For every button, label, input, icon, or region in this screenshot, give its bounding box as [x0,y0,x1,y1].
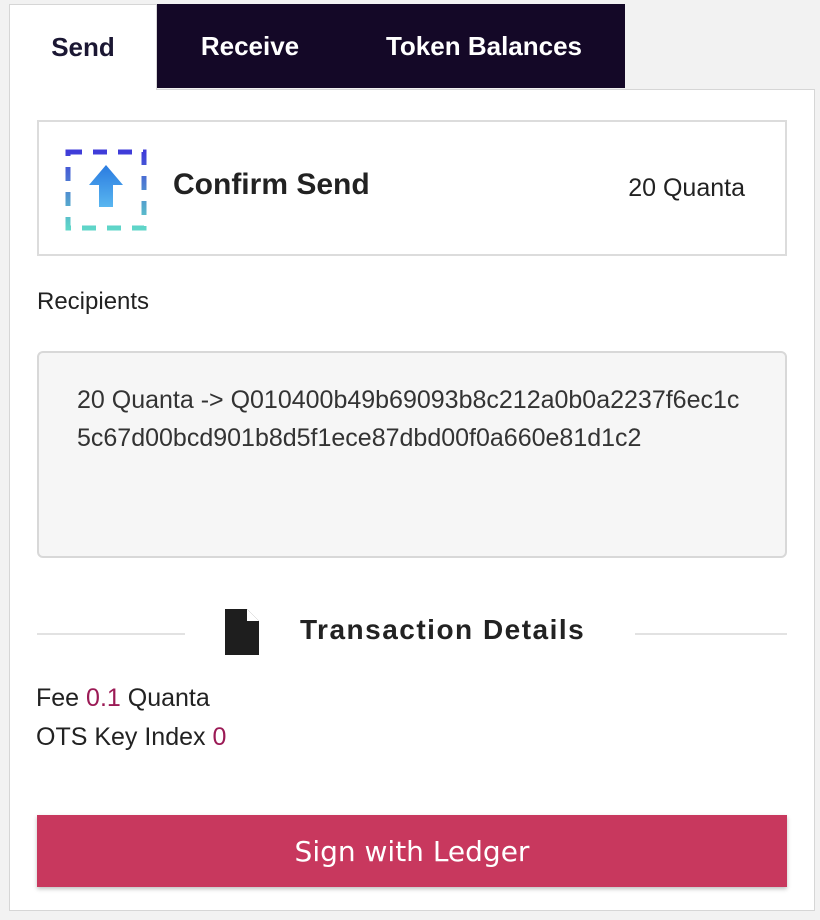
tab-token-balances[interactable]: Token Balances [343,4,625,88]
recipients-box: 20 Quanta -> Q010400b49b69093b8c212a0b0a… [37,351,787,558]
ots-key-index-line: OTS Key Index 0 [36,723,226,752]
fee-label: Fee [36,684,80,712]
divider-left [37,633,185,635]
confirm-send-title: Confirm Send [173,168,370,201]
fee-line: Fee 0.1 Quanta [36,684,210,713]
confirm-send-amount: 20 Quanta [628,174,745,202]
tab-send[interactable]: Send [9,4,157,90]
ots-key-index-label: OTS Key Index [36,723,206,751]
transaction-details-title: Transaction Details [300,614,586,645]
sign-with-ledger-button[interactable]: Sign with Ledger [37,815,787,887]
confirm-send-card: Confirm Send 20 Quanta [37,120,787,256]
divider-right [635,633,787,635]
document-icon [225,609,259,655]
ots-key-index-value: 0 [212,723,227,751]
recipients-label: Recipients [37,288,150,315]
send-panel: Confirm Send 20 Quanta Recipients 20 Qua… [9,89,815,911]
tab-bar: Send Receive Token Balances [9,4,625,90]
transaction-details-header: Transaction Details [37,608,787,658]
fee-value: 0.1 [86,684,121,712]
fee-unit: Quanta [127,684,210,712]
send-upload-icon [65,149,147,231]
tab-receive[interactable]: Receive [157,4,343,88]
